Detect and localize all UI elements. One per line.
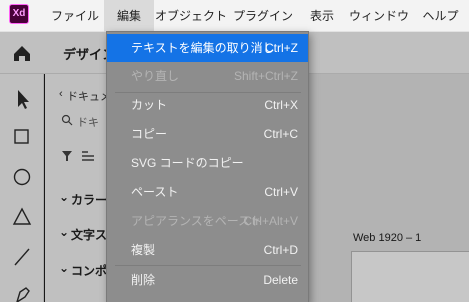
menu-item-copy[interactable]: コピー Ctrl+C [107, 120, 308, 148]
menu-item-undo[interactable]: テキストを編集の取り消し Ctrl+Z [107, 34, 308, 62]
menu-item-delete[interactable]: 削除 Delete [107, 266, 308, 294]
menu-file[interactable]: ファイル [46, 0, 104, 32]
menu-item-label: 削除 [131, 273, 156, 287]
menu-object[interactable]: オブジェクト [154, 0, 228, 32]
dim-overlay [309, 32, 469, 302]
menu-item-shortcut: Ctrl+Alt+V [243, 214, 298, 228]
menu-item-shortcut: Ctrl+D [263, 243, 298, 257]
menu-item-cut[interactable]: カット Ctrl+X [107, 91, 308, 119]
menu-plugins[interactable]: プラグイン [228, 0, 298, 32]
xd-app-icon: Xd [9, 4, 29, 24]
menu-item-label: ペースト [131, 185, 179, 199]
edit-menu-dropdown: テキストを編集の取り消し Ctrl+Z やり直し Shift+Ctrl+Z カッ… [106, 31, 309, 302]
menu-item-shortcut: Ctrl+C [263, 127, 298, 141]
menu-item-label: テキストを編集の取り消し [131, 41, 275, 55]
menu-item-label: コピー [131, 127, 168, 141]
menu-item-copy-svg[interactable]: SVG コードのコピー [107, 149, 308, 177]
menu-item-label: やり直し [131, 69, 180, 83]
menu-item-shortcut: Delete [263, 273, 298, 287]
menu-item-label: 複製 [131, 243, 156, 257]
menu-item-paste[interactable]: ペースト Ctrl+V [107, 178, 308, 206]
menu-window[interactable]: ウィンドウ [346, 0, 412, 32]
menu-edit[interactable]: 編集 [104, 0, 154, 32]
menu-item-shortcut: Ctrl+Z [265, 41, 298, 55]
menu-item-shortcut: Ctrl+V [264, 185, 298, 199]
menu-help[interactable]: ヘルプ [412, 0, 469, 32]
dim-overlay [0, 32, 106, 302]
menu-item-label: カット [131, 98, 168, 112]
menu-item-label: SVG コードのコピー [131, 156, 244, 170]
menu-item-shortcut: Ctrl+X [264, 98, 298, 112]
menu-view[interactable]: 表示 [298, 0, 346, 32]
menu-item-duplicate[interactable]: 複製 Ctrl+D [107, 236, 308, 264]
menu-item-paste-appearance[interactable]: アピアランスをペースト Ctrl+Alt+V [107, 207, 308, 235]
menu-bar: Xd ファイル 編集 オブジェクト プラグイン 表示 ウィンドウ ヘルプ [0, 0, 469, 32]
menu-item-shortcut: Shift+Ctrl+Z [233, 69, 298, 83]
menu-item-redo[interactable]: やり直し Shift+Ctrl+Z [107, 62, 308, 90]
